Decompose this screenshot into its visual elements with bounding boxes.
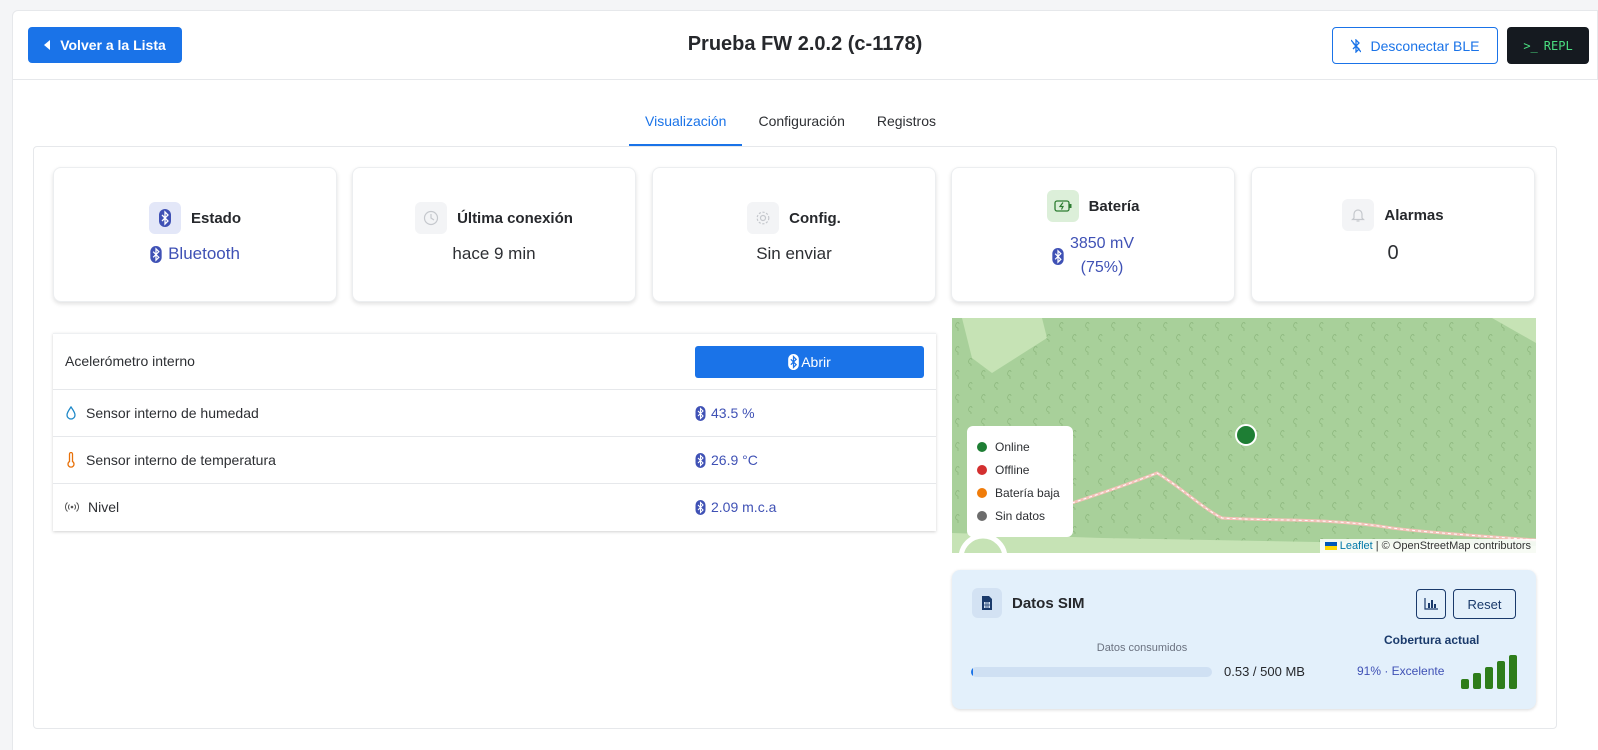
battery-charging-icon [1046,190,1079,222]
open-button-label: Abrir [801,354,831,370]
status-value: Bluetooth [168,244,240,263]
usage-chart-button[interactable] [1416,589,1446,619]
bluetooth-icon [150,245,162,263]
last-connection-title: Última conexión [457,209,573,227]
battery-voltage: 3850 mV [1069,235,1135,252]
battery-card-title: Batería [1088,197,1140,215]
bluetooth-icon [788,354,800,370]
data-usage-text: 0.53 / 500 MB [1224,664,1305,679]
bell-icon [1342,199,1375,231]
map-attribution: Leaflet | © OpenStreetMap contributors [1319,539,1536,553]
legend-item: Offline [977,458,1063,481]
bluetooth-off-icon [1350,38,1361,53]
back-button-label: Volver a la Lista [60,37,166,53]
config-value: Sin enviar [756,244,832,263]
bluetooth-icon [148,202,181,234]
clock-icon [415,202,448,234]
offline-dot-icon [977,464,987,475]
tab-configuracion[interactable]: Configuración [742,98,860,146]
bluetooth-icon [695,405,706,421]
top-header: Prueba FW 2.0.2 (c-1178) Volver a la Lis… [12,10,1598,80]
alarms-card-title: Alarmas [1384,206,1444,224]
device-map[interactable]: Online Offline Batería baja Sin datos Le… [952,318,1536,553]
sim-title: Datos SIM [1012,594,1085,612]
reset-button[interactable]: Reset [1453,589,1516,619]
signal-bar [1509,655,1517,689]
signal-bar [1497,661,1505,689]
sim-card-icon [972,588,1002,618]
bar-chart-icon [1424,598,1438,610]
signal-bar [1461,679,1469,689]
open-accelerometer-button[interactable]: Abrir [695,346,924,378]
humidity-label: Sensor interno de humedad [86,405,259,421]
temperature-value: 26.9 °C [711,452,758,468]
data-usage-fill [971,667,973,677]
map-legend: Online Offline Batería baja Sin datos [967,426,1073,537]
level-value: 2.09 m.c.a [711,499,777,515]
back-to-list-button[interactable]: Volver a la Lista [28,27,182,63]
legend-item: Batería baja [977,481,1063,504]
legend-item: Sin datos [977,504,1063,527]
signal-bar [1485,667,1493,689]
table-row: Nivel 2.09 m.c.a [53,484,936,532]
level-label: Nivel [88,499,120,515]
osm-attribution: | © OpenStreetMap contributors [1375,540,1531,552]
table-row: Sensor interno de temperatura 26.9 °C [53,437,936,484]
gear-icon [747,202,780,234]
repl-label: REPL [1543,38,1573,53]
thermometer-icon [67,452,75,468]
bluetooth-icon [695,452,706,468]
caret-left-icon [44,40,51,50]
sensor-table: Acelerómetro interno Abrir Sensor intern… [53,333,936,531]
temperature-label: Sensor interno de temperatura [86,452,276,468]
bluetooth-icon [1052,247,1064,265]
data-consumed-label: Datos consumidos [1096,642,1188,654]
table-row: Sensor interno de humedad 43.5 % [53,390,936,437]
tab-visualizacion[interactable]: Visualización [629,98,743,146]
repl-button[interactable]: >_ REPL [1507,27,1589,64]
terminal-icon: >_ [1523,38,1538,53]
signal-strength-icon [1461,655,1517,689]
low-battery-dot-icon [977,487,987,498]
coverage-title: Cobertura actual [1384,633,1480,647]
legend-item: Online [977,435,1063,458]
last-connection-value: hace 9 min [452,244,536,263]
table-row: Acelerómetro interno Abrir [53,334,936,390]
signal-broadcast-icon [65,502,79,512]
accelerometer-label: Acelerómetro interno [65,353,195,369]
ukraine-flag-icon [1324,542,1337,550]
data-usage-progress [971,667,1212,677]
water-drop-icon [66,406,76,420]
tab-bar: Visualización Configuración Registros [629,98,952,146]
config-card-title: Config. [789,209,841,227]
status-card: Estado Bluetooth [53,167,337,302]
disconnect-ble-button[interactable]: Desconectar BLE [1332,27,1498,64]
coverage-value: 91% · Excelente [1357,664,1445,678]
alarms-count: 0 [1387,242,1399,264]
status-card-title: Estado [190,209,241,227]
sim-data-card: Datos SIM Reset Datos consumidos 0.53 / … [952,570,1536,709]
online-dot-icon [977,441,987,452]
alarms-card: Alarmas 0 [1251,167,1535,302]
battery-card: Batería 3850 mV (75%) [951,167,1235,302]
signal-bar [1473,673,1481,689]
disconnect-ble-label: Desconectar BLE [1370,37,1480,54]
bluetooth-icon [695,499,706,515]
tab-registros[interactable]: Registros [861,98,952,146]
humidity-value: 43.5 % [711,405,755,421]
device-marker[interactable] [1235,424,1257,446]
no-data-dot-icon [977,510,987,521]
leaflet-link[interactable]: Leaflet [1340,540,1373,552]
config-card: Config. Sin enviar [652,167,936,302]
last-connection-card: Última conexión hace 9 min [352,167,636,302]
battery-percent: (75%) [1080,259,1124,276]
